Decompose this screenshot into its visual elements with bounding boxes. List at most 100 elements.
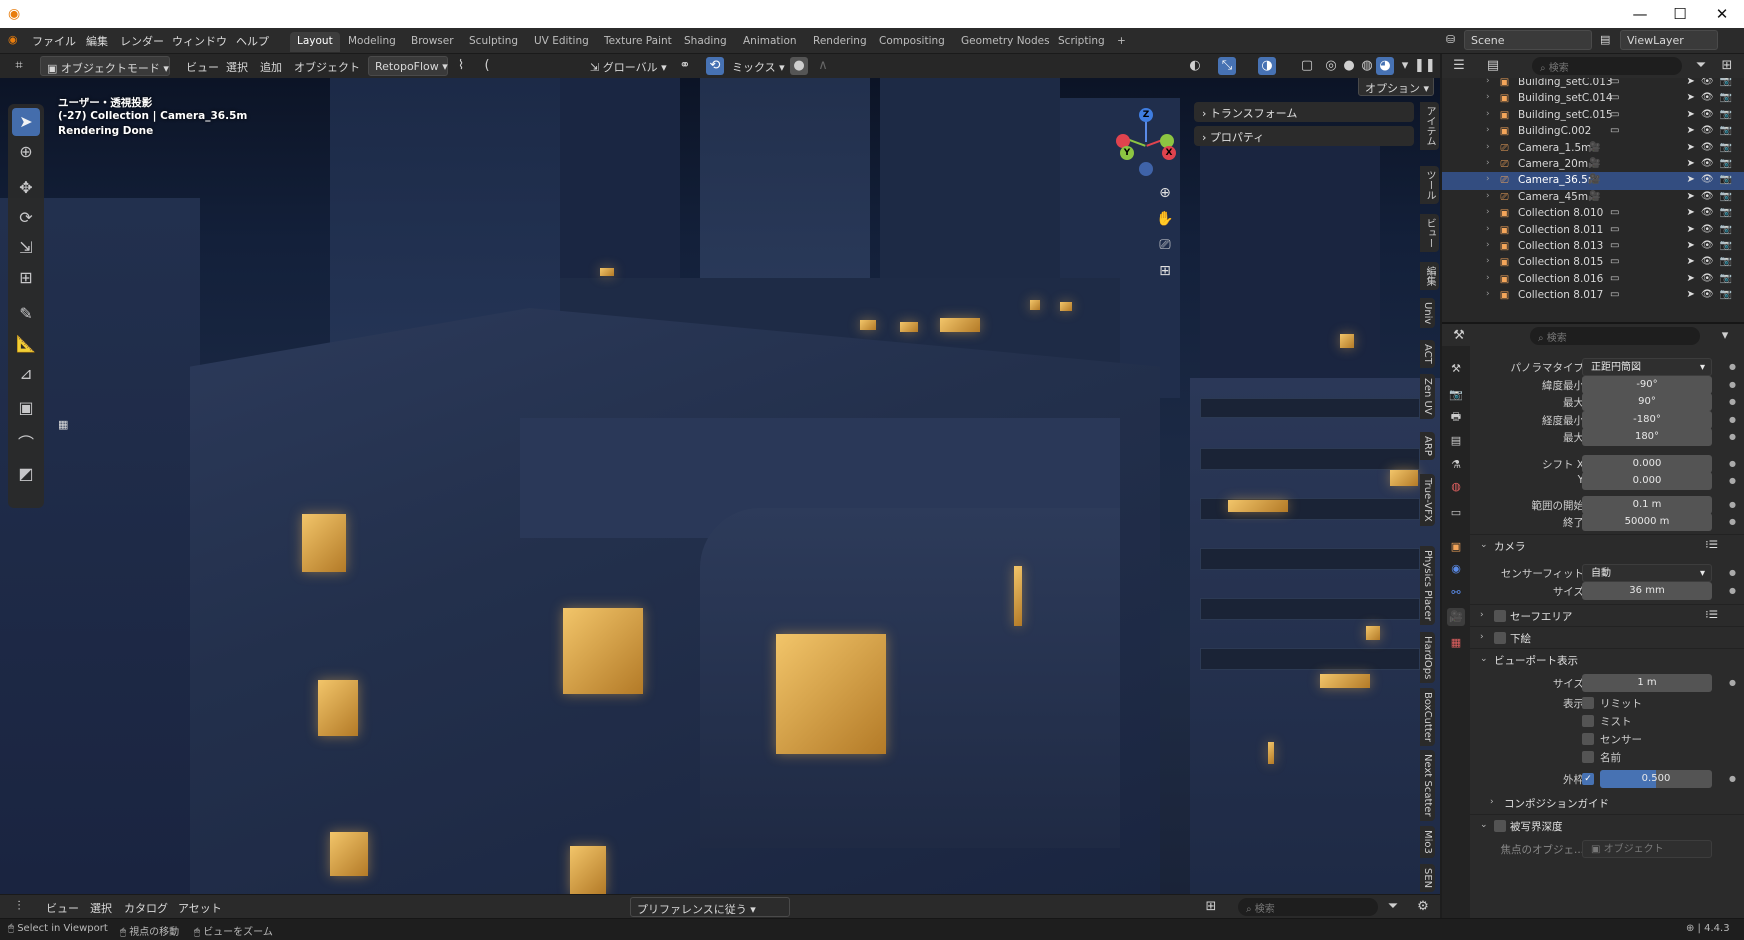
ntab-edit[interactable]: 編集 — [1420, 262, 1439, 290]
show-sensor-checkbox[interactable] — [1582, 733, 1594, 745]
expand-chevron-icon[interactable]: › — [1486, 207, 1490, 217]
keyframe-dot-icon[interactable]: ● — [1729, 586, 1736, 595]
ruler-icon[interactable]: ⊿ — [12, 360, 40, 388]
texture-tab-icon[interactable]: ▦ — [1447, 634, 1465, 652]
annotate-icon[interactable]: ✎ — [12, 300, 40, 328]
dof-section-header[interactable]: ⌄ 被写界深度 — [1470, 814, 1744, 836]
background-images-checkbox[interactable] — [1494, 632, 1506, 644]
lat-min-field[interactable]: -90° — [1582, 376, 1712, 394]
collection-tab-icon[interactable]: ▭ — [1447, 504, 1465, 522]
ntab-act[interactable]: ACT — [1420, 340, 1435, 368]
expand-chevron-icon[interactable]: › — [1486, 125, 1490, 135]
close-window-icon[interactable]: ✕ — [1702, 3, 1742, 25]
expand-chevron-icon[interactable]: › — [1486, 109, 1490, 119]
expand-chevron-icon[interactable]: › — [1486, 92, 1490, 102]
visibility-toggles[interactable]: ➤👁📷 — [1686, 207, 1738, 218]
display-mode-icon[interactable]: ⊞ — [1202, 898, 1220, 916]
outliner-item-name[interactable]: Camera_36.5m — [1518, 174, 1598, 186]
outliner-item-name[interactable]: Camera_45m — [1518, 191, 1588, 203]
asset-menu-asset[interactable]: アセット — [172, 897, 228, 917]
visibility-toggles[interactable]: ➤👁📷 — [1686, 240, 1738, 251]
snap-toggle-icon[interactable]: ⌇ — [452, 57, 470, 75]
output-tab-icon[interactable]: 🖶 — [1447, 408, 1465, 426]
workspace-tab-shading[interactable]: Shading — [677, 32, 734, 52]
expand-chevron-icon[interactable]: › — [1486, 158, 1490, 168]
outliner-row[interactable]: › ▣ Collection 8.015 ▭ ➤👁📷 — [1442, 254, 1744, 272]
checker-icon[interactable]: ▦ — [58, 418, 72, 432]
ortho-grid-icon[interactable]: ⊞ — [1154, 260, 1176, 282]
keyframe-dot-icon[interactable]: ● — [1729, 459, 1736, 468]
keyframe-dot-icon[interactable]: ● — [1729, 362, 1736, 371]
view-layer-selector[interactable]: ViewLayer — [1620, 30, 1718, 50]
select-box-icon[interactable]: ➤ — [12, 108, 40, 136]
outliner-item-name[interactable]: Collection 8.017 — [1518, 289, 1603, 301]
workspace-tab-animation[interactable]: Animation — [736, 32, 804, 52]
keyframe-dot-icon[interactable]: ● — [1729, 476, 1736, 485]
pause-render-icon[interactable]: ❚❚ — [1414, 57, 1436, 75]
visibility-toggles[interactable]: ➤👁📷 — [1686, 142, 1738, 153]
viewport-display-section-header[interactable]: ⌄ ビューポート表示 — [1470, 648, 1744, 670]
shading-solid-icon[interactable]: ● — [1340, 57, 1358, 75]
outliner-item-name[interactable]: Building_setC.013 — [1518, 78, 1613, 88]
visibility-toggles[interactable]: ➤👁📷 — [1686, 289, 1738, 300]
keyframe-dot-icon[interactable]: ● — [1729, 678, 1736, 687]
viewport-menu-select[interactable]: 選択 — [220, 56, 254, 76]
scale-icon[interactable]: ⇲ — [12, 234, 40, 262]
outliner-row[interactable]: › ⎚ Camera_45m 🎥 ➤👁📷 — [1442, 189, 1744, 207]
scene-tab-icon[interactable]: ⚗ — [1447, 456, 1465, 474]
asset-editor-type-icon[interactable]: ⫶ — [10, 898, 28, 916]
workspace-tab-uv-editing[interactable]: UV Editing — [527, 32, 596, 52]
lon-max-field[interactable]: 180° — [1582, 428, 1712, 446]
camera-section-header[interactable]: ⌄ カメラ ⁝☰ — [1470, 534, 1744, 556]
minimize-icon[interactable]: — — [1620, 3, 1660, 25]
expand-chevron-icon[interactable]: › — [1486, 240, 1490, 250]
filter-icon[interactable]: ⏷ — [1384, 898, 1402, 916]
shading-options-icon[interactable]: ▾ — [1396, 57, 1414, 75]
shading-rendered-icon[interactable]: ◕ — [1376, 57, 1394, 75]
outliner-item-name[interactable]: Collection 8.016 — [1518, 273, 1603, 285]
transform-icon[interactable]: ⊞ — [12, 264, 40, 292]
outliner-row[interactable]: › ⎚ Camera_36.5m 🎥 ➤👁📷 — [1442, 172, 1744, 191]
composition-guides-section-header[interactable]: › コンポジションガイド — [1470, 792, 1744, 814]
outliner-filter-icon[interactable]: ⏷ — [1692, 57, 1710, 75]
properties-search-input[interactable]: ⌕ 検索 — [1530, 327, 1700, 345]
editor-type-icon[interactable]: ⌗ — [10, 57, 28, 75]
npanel-properties-header[interactable]: › プロパティ — [1194, 126, 1414, 146]
camera-view-icon[interactable]: ⎚ — [1154, 234, 1176, 256]
camera-data-tab-icon[interactable]: 🎥 — [1447, 608, 1465, 626]
outliner-item-name[interactable]: Building_setC.014 — [1518, 92, 1613, 104]
y-axis-dot[interactable]: Y — [1120, 146, 1134, 160]
import-method-dropdown[interactable]: プリファレンスに従う ▾ — [630, 897, 790, 917]
shading-material-icon[interactable]: ◍ — [1358, 57, 1376, 75]
expand-chevron-icon[interactable]: › — [1486, 191, 1490, 201]
maximize-icon[interactable]: ☐ — [1660, 3, 1700, 25]
menu-help[interactable]: ヘルプ — [236, 33, 269, 49]
new-collection-icon[interactable]: ⊞ — [1718, 57, 1736, 75]
outliner-row[interactable]: › ▣ Collection 8.013 ▭ ➤👁📷 — [1442, 238, 1744, 256]
sensor-fit-dropdown[interactable]: 自動 ▾ — [1582, 564, 1712, 582]
list-options-icon[interactable]: ⁝☰ — [1705, 539, 1718, 551]
properties-editor-icon[interactable]: ⚒ — [1450, 327, 1468, 345]
visibility-toggles[interactable]: ➤👁📷 — [1686, 78, 1738, 87]
show-limits-checkbox[interactable] — [1582, 697, 1594, 709]
view-layer-tab-icon[interactable]: ▤ — [1447, 432, 1465, 450]
visibility-toggles[interactable]: ➤👁📷 — [1686, 191, 1738, 202]
ntab-zen-uv[interactable]: Zen UV — [1420, 374, 1435, 419]
workspace-tab-geometry-nodes[interactable]: Geometry Nodes — [954, 32, 1057, 52]
show-name-checkbox[interactable] — [1582, 751, 1594, 763]
keyframe-dot-icon[interactable]: ● — [1729, 397, 1736, 406]
safe-area-section-header[interactable]: › セーフエリア ⁝☰ — [1470, 604, 1744, 626]
clip-start-field[interactable]: 0.1 m — [1582, 496, 1712, 514]
outliner-item-name[interactable]: Camera_20m — [1518, 158, 1588, 170]
lat-max-field[interactable]: 90° — [1582, 393, 1712, 411]
outliner-row[interactable]: › ▣ Collection 8.011 ▭ ➤👁📷 — [1442, 222, 1744, 240]
outliner-search-input[interactable]: ⌕ 検索 — [1532, 57, 1682, 75]
menu-file[interactable]: ファイル — [32, 33, 76, 49]
show-mist-checkbox[interactable] — [1582, 715, 1594, 727]
ntab-true-vfx[interactable]: True-VFX — [1420, 474, 1435, 526]
sensor-size-field[interactable]: 36 mm — [1582, 582, 1712, 600]
falloff-icon[interactable]: ∧ — [814, 57, 832, 75]
ntab-item[interactable]: アイテム — [1420, 102, 1439, 150]
expand-chevron-icon[interactable]: › — [1486, 142, 1490, 152]
pivot-point-icon[interactable]: ⚭ — [676, 57, 694, 75]
